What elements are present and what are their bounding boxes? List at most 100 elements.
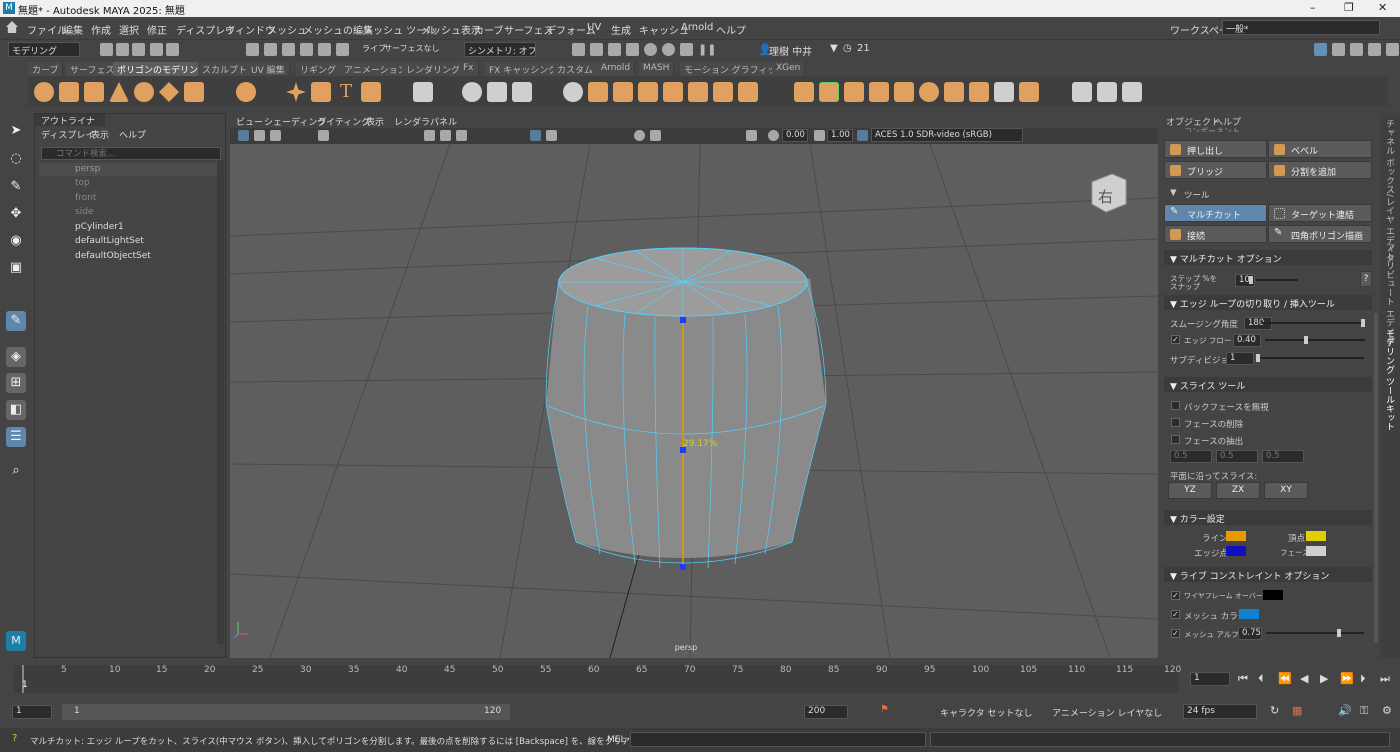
poly-disc-icon[interactable]: [184, 82, 204, 102]
menu-curves[interactable]: カーブ: [474, 22, 503, 37]
multicut-options-header[interactable]: ▼ マルチカット オプション: [1164, 250, 1372, 265]
shelf-tab-rigging[interactable]: リギング: [296, 62, 342, 76]
outliner-item-default-object-set[interactable]: defaultObjectSet: [75, 251, 151, 261]
shelf-tab-custom[interactable]: カスタム: [553, 62, 599, 76]
move-tool-icon[interactable]: ✥: [6, 204, 26, 224]
sweep-mesh-icon[interactable]: [286, 82, 306, 102]
bridge-button[interactable]: ブリッジ: [1164, 161, 1267, 179]
extract-icon[interactable]: [613, 82, 633, 102]
poly-cone-icon[interactable]: [109, 82, 129, 102]
outliner-menu-help[interactable]: ヘルプ: [119, 128, 146, 141]
wireframe-overlay-swatch[interactable]: [1263, 590, 1283, 600]
four-view-layout-icon[interactable]: ⊞: [6, 373, 26, 393]
camera-attributes-icon[interactable]: [254, 130, 265, 141]
target-weld-button[interactable]: ターゲット連結: [1268, 204, 1372, 222]
side-tab-channel-box[interactable]: チャネル ボックス/レイヤ エディタ: [1383, 119, 1396, 263]
current-frame-field[interactable]: 1: [1190, 672, 1230, 686]
menu-set-dropdown[interactable]: モデリング: [8, 42, 80, 57]
step-back-frame-icon[interactable]: ⏴: [1258, 672, 1264, 686]
menu-file[interactable]: ファイル: [27, 22, 67, 37]
live-surface-value[interactable]: サーフェスなし: [384, 43, 440, 54]
menu-mesh-display[interactable]: メッシュ表示: [421, 22, 481, 37]
wedge-icon[interactable]: [969, 82, 989, 102]
isolate-select-icon[interactable]: [546, 130, 557, 141]
combine-icon[interactable]: [462, 82, 482, 102]
arnold-render-icon[interactable]: [662, 43, 675, 56]
outliner-scrollbar[interactable]: [217, 160, 224, 644]
shelf-tab-rendering[interactable]: レンダリング: [402, 62, 466, 76]
search-icon[interactable]: ⌕: [6, 461, 26, 481]
single-perspective-layout-icon[interactable]: ◈: [6, 347, 26, 367]
mel-command-input[interactable]: [630, 732, 926, 747]
outliner-search-input[interactable]: [41, 147, 221, 160]
boolean-icon[interactable]: [563, 82, 583, 102]
anti-aliasing-icon[interactable]: [650, 130, 661, 141]
textured-icon[interactable]: [456, 130, 467, 141]
edgeloop-header[interactable]: ▼ エッジ ループの切り取り / 挿入ツール: [1164, 295, 1372, 310]
menu-modify[interactable]: 修正: [147, 22, 167, 37]
select-by-object-icon[interactable]: [264, 43, 277, 56]
shelf-tab-surfaces[interactable]: サーフェス: [66, 62, 120, 76]
shelf-tab-animation[interactable]: アニメーション: [340, 62, 412, 76]
delete-faces-checkbox[interactable]: [1171, 418, 1180, 427]
quad-draw-button[interactable]: ✎ 四角ポリゴン描画: [1268, 225, 1372, 243]
menu-edit[interactable]: 編集: [63, 22, 83, 37]
layer-editor-toggle-icon[interactable]: [1386, 43, 1399, 56]
bevel-shelf-icon[interactable]: [844, 82, 864, 102]
extract-z-field[interactable]: 0.5: [1262, 450, 1304, 463]
mesh-color-checkbox[interactable]: ✓: [1171, 610, 1180, 619]
line-color-swatch[interactable]: [1226, 531, 1246, 541]
smooth-icon[interactable]: [512, 82, 532, 102]
menu-select[interactable]: 選択: [119, 22, 139, 37]
platonic-solid-icon[interactable]: [236, 82, 256, 102]
user-name[interactable]: 理樹 中井: [769, 43, 812, 58]
vp-menu-panels[interactable]: パネル: [430, 115, 457, 128]
multi-cut-button[interactable]: ✎ マルチカット: [1164, 204, 1267, 222]
poly-cube-icon[interactable]: [59, 82, 79, 102]
multi-cut-tool-icon[interactable]: ✎: [6, 311, 26, 331]
end-time-field[interactable]: 200: [804, 705, 848, 719]
outliner-layout-icon[interactable]: ☰: [6, 427, 26, 447]
redo-icon[interactable]: [166, 43, 179, 56]
tools-header[interactable]: ツール: [1184, 189, 1210, 201]
step-forward-frame-icon[interactable]: ⏵: [1360, 672, 1366, 686]
start-time-field[interactable]: 1: [12, 705, 52, 719]
lasso-tool-icon[interactable]: ◌: [6, 149, 26, 169]
menu-generate[interactable]: 生成: [611, 22, 631, 37]
sound-icon[interactable]: 🔊: [1338, 704, 1352, 717]
help-button[interactable]: ?: [1360, 271, 1372, 287]
cleanup-icon[interactable]: [738, 82, 758, 102]
outliner-item-top[interactable]: top: [75, 178, 90, 188]
hypershade-icon[interactable]: [626, 43, 639, 56]
bridge-shelf-icon[interactable]: [819, 82, 839, 102]
view-transform-dropdown[interactable]: ACES 1.0 SDR-video (sRGB): [871, 128, 1023, 142]
view-cube-icon[interactable]: 右: [1091, 173, 1127, 213]
color-management-icon[interactable]: [857, 130, 868, 141]
pause-icon[interactable]: ❚❚: [698, 43, 716, 56]
select-camera-icon[interactable]: [238, 130, 249, 141]
mesh-alpha-checkbox[interactable]: ✓: [1171, 629, 1180, 638]
shelf-tab-xgen[interactable]: XGen: [772, 62, 806, 76]
key-icon[interactable]: ⚿: [1360, 704, 1368, 718]
face-point-color-swatch[interactable]: [1306, 546, 1326, 556]
shelf-tab-arnold[interactable]: Arnold: [597, 62, 636, 76]
auto-key-icon[interactable]: ⚑: [880, 704, 889, 715]
menu-uv[interactable]: UV: [587, 22, 601, 33]
vertex-color-swatch[interactable]: [1306, 531, 1326, 541]
poly-helix-icon[interactable]: [311, 82, 331, 102]
range-bar[interactable]: [62, 704, 510, 720]
fps-dropdown[interactable]: 24 fps: [1183, 704, 1257, 719]
menu-help[interactable]: ヘルプ: [716, 22, 746, 37]
anim-prefs-icon[interactable]: ⚙: [1382, 704, 1392, 717]
slice-yz-button[interactable]: YZ: [1168, 482, 1212, 499]
maximize-button[interactable]: ❐: [1344, 1, 1354, 14]
connect-button[interactable]: 接続: [1164, 225, 1267, 243]
shelf-tab-mash[interactable]: MASH: [639, 62, 675, 76]
menu-create[interactable]: 作成: [91, 22, 111, 37]
separate-icon[interactable]: [487, 82, 507, 102]
mesh-alpha-field[interactable]: 0.75: [1238, 627, 1262, 640]
bevel-button[interactable]: ベベル: [1268, 140, 1372, 158]
poly-sphere-icon[interactable]: [34, 82, 54, 102]
step-percent-knob[interactable]: [1249, 276, 1253, 284]
poke-icon[interactable]: [944, 82, 964, 102]
